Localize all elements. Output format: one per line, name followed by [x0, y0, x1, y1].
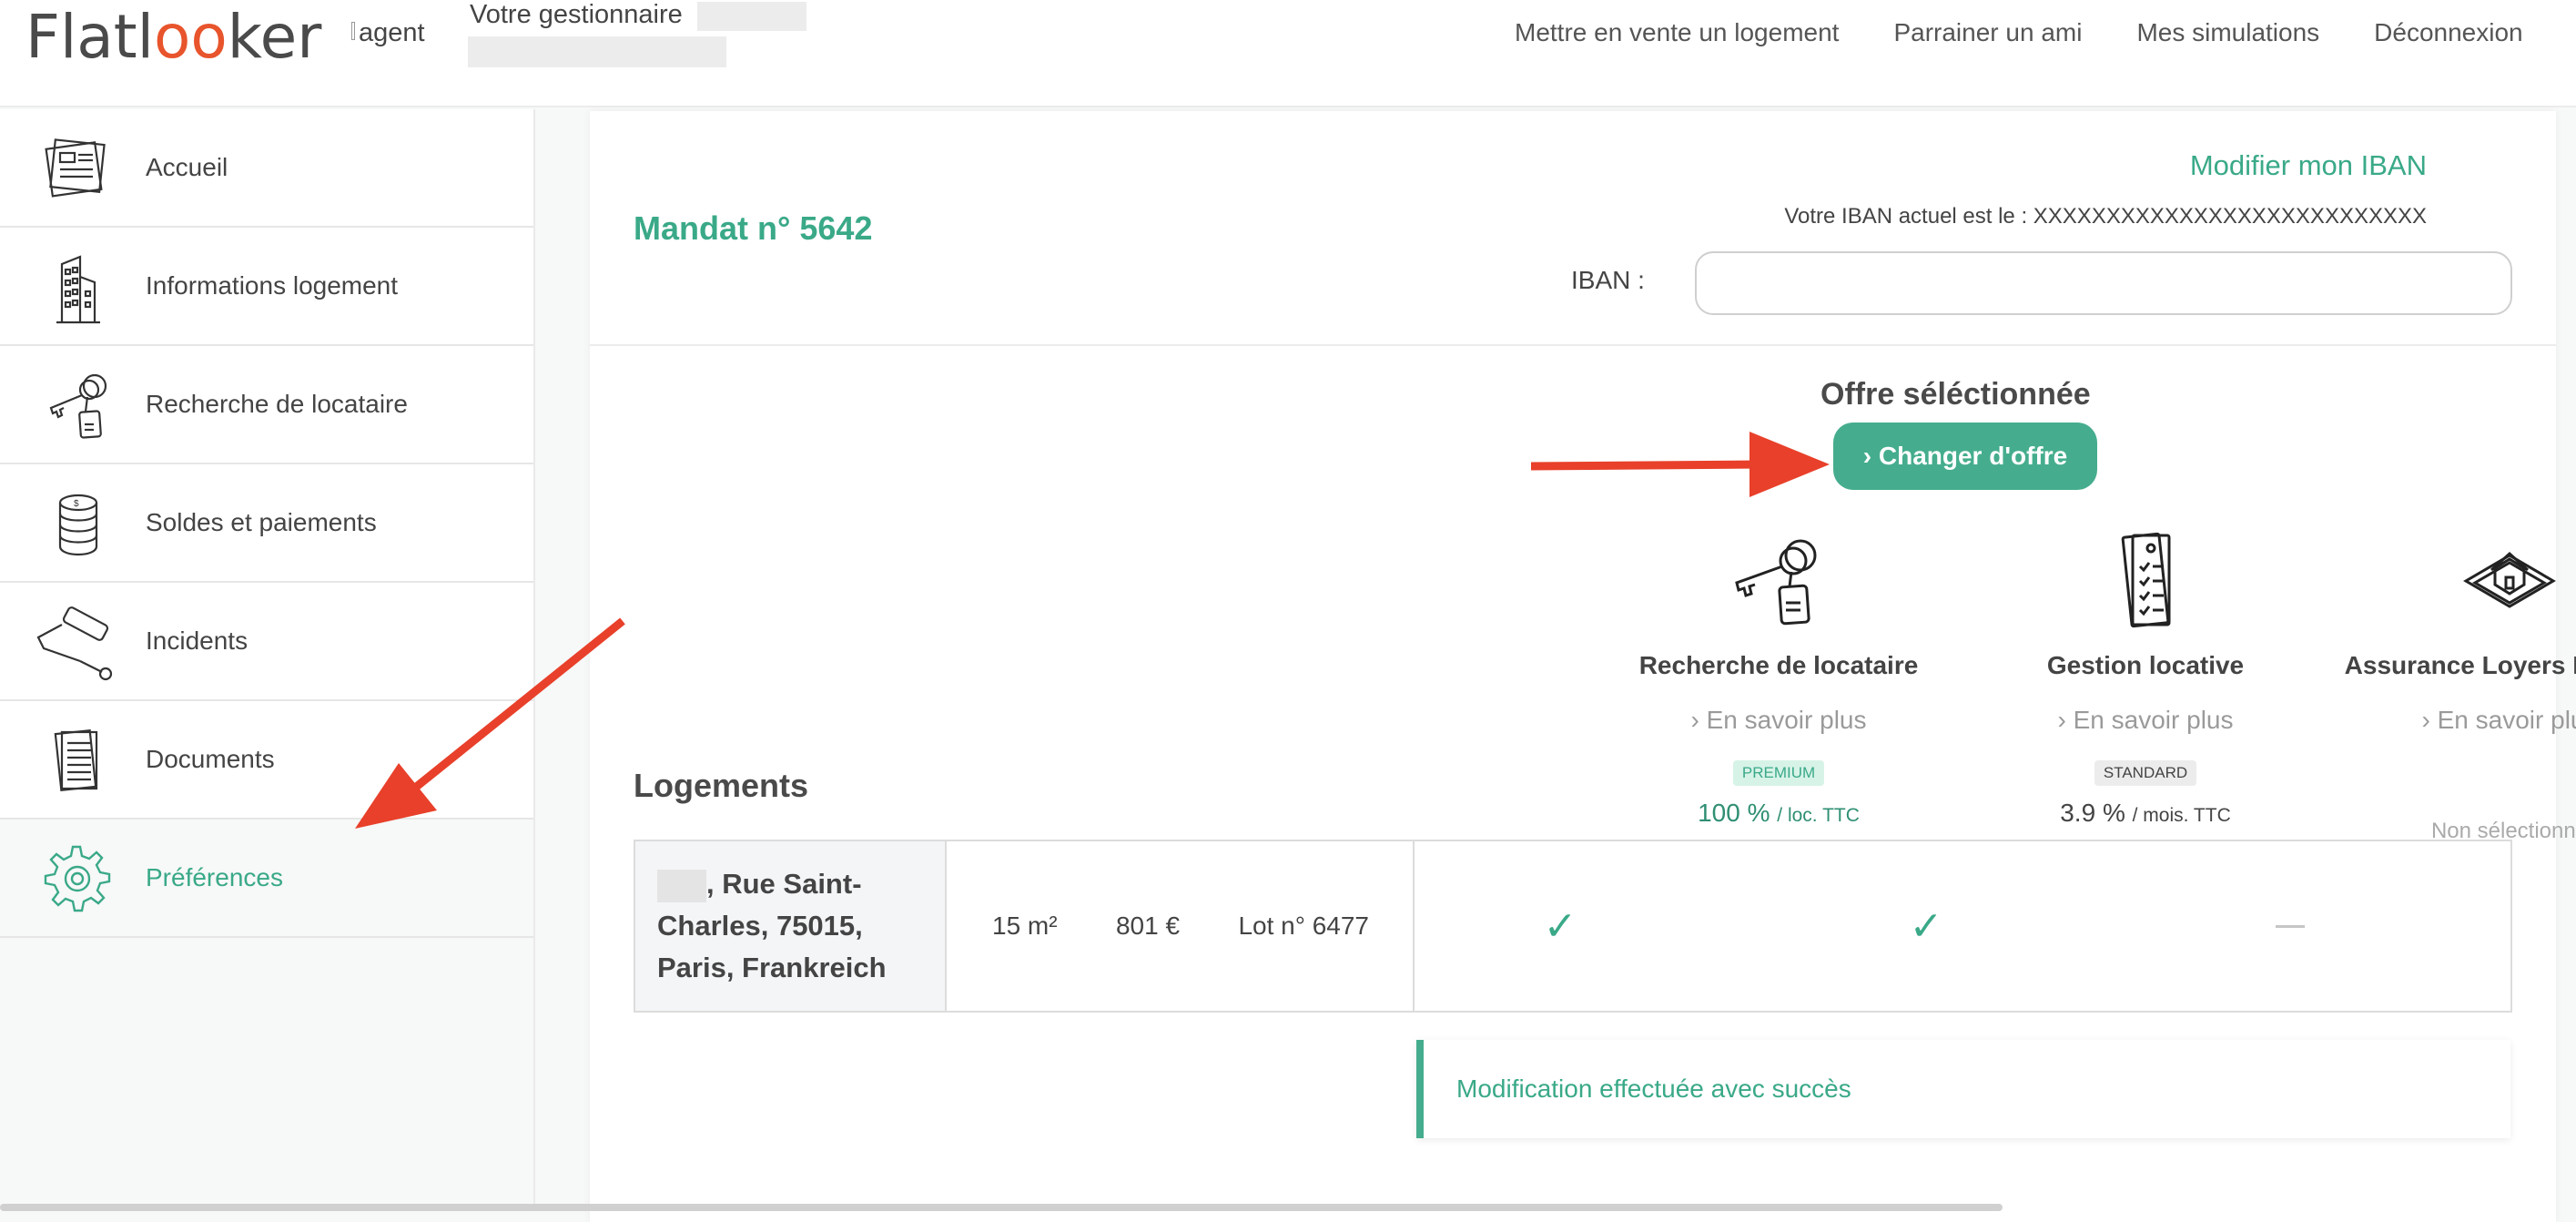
- lot-rent: 801 €: [1115, 911, 1181, 940]
- lot-surface: 15 m²: [992, 911, 1058, 940]
- learn-more-link[interactable]: › En savoir plus: [1963, 706, 2328, 735]
- learn-more-link[interactable]: › En savoir plus: [2328, 706, 2576, 735]
- top-nav: Mettre en vente un logement Parrainer un…: [1515, 18, 2576, 47]
- lot-info: 15 m² 801 € Lot n° 6477: [947, 841, 1415, 1011]
- check-icon: ✓: [1909, 903, 1943, 949]
- manager-name-redacted: [697, 2, 806, 31]
- sidebar-item-soldes-paiements[interactable]: $ Soldes et paiements: [0, 464, 533, 583]
- mandate-title: Mandat n° 5642: [634, 209, 873, 247]
- sidebar: Accueil Informations logement Recherche …: [0, 109, 535, 1211]
- service-name: Recherche de locataire: [1638, 651, 1919, 679]
- sidebar-item-label: Incidents: [146, 626, 248, 655]
- change-offer-button[interactable]: › Changer d'offre: [1833, 423, 2097, 490]
- document-icon: [54, 728, 98, 792]
- price-value: 100 %: [1698, 799, 1770, 827]
- price-value: 3.9 %: [2060, 799, 2125, 827]
- iban-label: IBAN :: [1571, 266, 1645, 294]
- selected-offer-title: Offre séléctionnée: [1820, 377, 2091, 412]
- sidebar-item-preferences[interactable]: Préférences: [0, 820, 533, 938]
- checklist-icon: [2121, 532, 2171, 628]
- sidebar-item-label: Préférences: [146, 863, 283, 891]
- keys-icon: [1735, 539, 1817, 626]
- standard-badge: STANDARD: [2094, 760, 2197, 786]
- nav-logout[interactable]: Déconnexion: [2374, 18, 2522, 47]
- service-name: Gestion locative: [2046, 651, 2245, 679]
- dashboard-icon: [45, 138, 106, 198]
- mandate-panel: Mandat n° 5642 Modifier mon IBAN Votre I…: [590, 111, 2576, 1222]
- agent-avatar: agent: [351, 18, 425, 48]
- service-price: 100 % / loc. TTC: [1597, 799, 1961, 828]
- address-number-redacted: [657, 869, 706, 902]
- service-price: 3.9 % / mois. TTC: [1963, 799, 2328, 828]
- house-insurance-icon: [2463, 551, 2556, 608]
- paint-roller-icon: [36, 606, 113, 681]
- sidebar-item-informations-logement[interactable]: Informations logement: [0, 228, 533, 346]
- dash-icon: [2108, 841, 2472, 1011]
- sidebar-item-label: Soldes et paiements: [146, 508, 377, 536]
- nav-my-simulations[interactable]: Mes simulations: [2136, 18, 2319, 47]
- logements-title: Logements: [634, 767, 809, 804]
- sidebar-item-incidents[interactable]: Incidents: [0, 583, 533, 701]
- edit-iban-link[interactable]: Modifier mon IBAN: [2190, 149, 2427, 182]
- sidebar-item-label: Informations logement: [146, 271, 399, 300]
- keys-icon: [49, 373, 107, 439]
- iban-input[interactable]: [1695, 251, 2512, 315]
- nav-refer-friend[interactable]: Parrainer un ami: [1893, 18, 2082, 47]
- check-icon: ✓: [1543, 903, 1577, 949]
- sidebar-item-accueil[interactable]: Accueil: [0, 109, 533, 228]
- sidebar-item-documents[interactable]: Documents: [0, 701, 533, 820]
- success-toast: Modification effectuée avec succès: [1416, 1040, 2510, 1138]
- table-row: , Rue Saint-Charles, 75015, Paris, Frank…: [634, 840, 2512, 1013]
- lot-address: , Rue Saint-Charles, 75015, Paris, Frank…: [635, 841, 947, 1011]
- learn-more-link[interactable]: › En savoir plus: [1597, 706, 1961, 735]
- flatlooker-logo[interactable]: Flatlooker: [25, 2, 321, 72]
- sidebar-item-label: Recherche de locataire: [146, 390, 408, 418]
- sidebar-item-label: Accueil: [146, 153, 228, 181]
- coins-icon: $: [58, 494, 98, 556]
- service-assurance-loyers-impayes: Assurance Loyers Impayés › En savoir plu…: [2328, 530, 2576, 844]
- service-recherche-locataire: Recherche de locataire › En savoir plus …: [1597, 530, 1961, 828]
- nav-sell-property[interactable]: Mettre en vente un logement: [1515, 18, 1839, 47]
- sidebar-item-label: Documents: [146, 745, 275, 773]
- svg-text:$: $: [74, 499, 79, 509]
- service-name: Assurance Loyers Impayés: [2344, 651, 2576, 679]
- premium-badge: PREMIUM: [1732, 760, 1825, 786]
- price-unit: / loc. TTC: [1777, 805, 1860, 826]
- current-iban-text: Votre IBAN actuel est le : XXXXXXXXXXXXX…: [1784, 204, 2427, 229]
- manager-label: Votre gestionnaire: [470, 0, 683, 29]
- sidebar-item-recherche-locataire[interactable]: Recherche de locataire: [0, 346, 533, 464]
- lot-services: ✓ ✓: [1415, 841, 2510, 1011]
- price-unit: / mois. TTC: [2132, 805, 2231, 826]
- lot-number: Lot n° 6477: [1238, 911, 1369, 940]
- top-bar: Flatlooker agent Votre gestionnaire Mett…: [0, 0, 2576, 107]
- building-icon: [56, 255, 100, 324]
- divider: [590, 344, 2556, 346]
- manager-email-redacted: [468, 36, 726, 67]
- horizontal-scrollbar[interactable]: [0, 1204, 2003, 1211]
- gear-icon: [44, 845, 111, 912]
- service-gestion-locative: Gestion locative › En savoir plus STANDA…: [1963, 530, 2328, 828]
